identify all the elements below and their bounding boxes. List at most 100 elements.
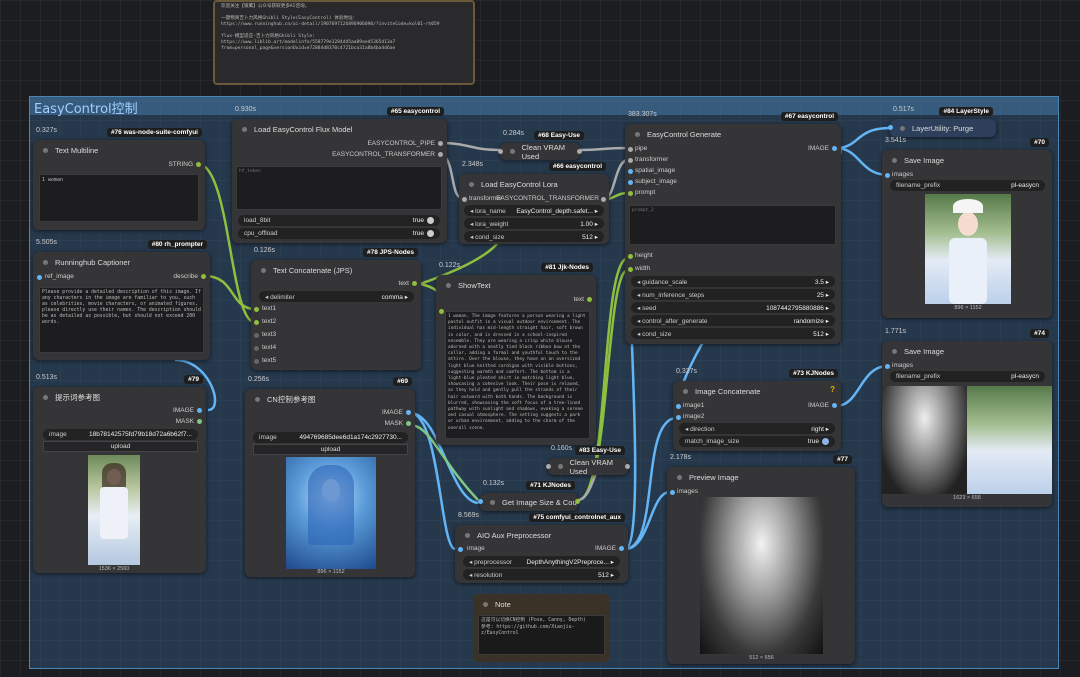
collapse-dot-icon[interactable]: [43, 259, 48, 265]
load-easycontrol-flux-node[interactable]: 0.930s #65 easycontrol Load EasyControl …: [232, 106, 447, 243]
output-socket[interactable]: [575, 499, 580, 504]
input-prompt-socket[interactable]: [628, 191, 633, 196]
collapse-dot-icon[interactable]: [510, 149, 515, 154]
input-socket[interactable]: [37, 275, 42, 280]
input-images-socket[interactable]: [670, 490, 675, 495]
input-subject-socket[interactable]: [628, 180, 633, 185]
get-image-size-node[interactable]: 0.132s #71 KJNodes Get Image Size & Cou: [478, 480, 580, 511]
collapse-dot-icon[interactable]: [446, 282, 451, 288]
inference-steps-stepper[interactable]: ◂ num_inference_steps 25 ▸: [631, 289, 835, 300]
cn-ref-image-node[interactable]: 0.256s #69 CN控制参考图 IMAGE MASK image 49476…: [245, 376, 415, 577]
preview-image-node[interactable]: 2.178s #77 Preview Image images 512 × 65…: [667, 454, 855, 664]
collapse-dot-icon[interactable]: [483, 601, 488, 607]
input-socket-text5[interactable]: [254, 359, 259, 364]
input-transformer-socket[interactable]: [628, 158, 633, 163]
collapse-dot-icon[interactable]: [255, 396, 260, 402]
direction-select[interactable]: ◂ direction right ▸: [679, 423, 835, 434]
input-width-socket[interactable]: [628, 267, 633, 272]
aio-aux-preprocessor-node[interactable]: 8.569s #75 comfyui_controlnet_aux AIO Au…: [455, 512, 628, 583]
image-concatenate-node[interactable]: 0.327s #73 KJNodes Image Concatenate ? i…: [673, 368, 841, 451]
lora-name-select[interactable]: ◂ lora_name EasyControl_depth.safet... ▸: [464, 205, 604, 216]
load-easycontrol-lora-node[interactable]: 2.348s #66 easycontrol Load EasyControl …: [459, 161, 609, 244]
hf-token-input[interactable]: hf_token: [236, 166, 442, 210]
output-socket[interactable]: [625, 464, 630, 469]
help-icon[interactable]: ?: [830, 385, 835, 394]
resolution-stepper[interactable]: ◂ resolution 512 ▸: [463, 569, 620, 580]
input-spatial-socket[interactable]: [628, 169, 633, 174]
collapse-dot-icon[interactable]: [558, 464, 563, 469]
collapse-dot-icon[interactable]: [677, 474, 682, 480]
guidance-scale-stepper[interactable]: ◂ guidance_scale 3.5 ▸: [631, 276, 835, 287]
output-text-socket[interactable]: [587, 297, 592, 302]
input-socket[interactable]: [888, 125, 893, 130]
preprocessor-select[interactable]: ◂ preprocessor DepthAnythingV2Preproce...…: [463, 556, 620, 567]
cond-size-stepper[interactable]: ◂ cond_size 512 ▸: [464, 231, 604, 242]
input-socket-text2[interactable]: [254, 320, 259, 325]
prompt-2-input[interactable]: prompt_2: [629, 205, 836, 245]
collapse-dot-icon[interactable]: [892, 157, 897, 163]
prompt-ref-image-node[interactable]: 0.513s #79 提示词参考图 IMAGE MASK image 18b781…: [33, 374, 206, 573]
input-socket[interactable]: [546, 464, 551, 469]
collapse-dot-icon[interactable]: [635, 131, 640, 137]
filename-prefix-field[interactable]: filename_prefix pl-easycn: [890, 371, 1045, 382]
collapse-dot-icon[interactable]: [469, 181, 474, 187]
caption-prompt-input[interactable]: Please provide a detailed description of…: [39, 287, 204, 353]
input-socket-text4[interactable]: [254, 346, 259, 351]
output-pipe-socket[interactable]: [438, 141, 443, 146]
output-transformer-socket[interactable]: [438, 152, 443, 157]
image-select-widget[interactable]: image 494769685dee6d1a174c2927730...: [253, 432, 408, 443]
input-image2-socket[interactable]: [676, 415, 681, 420]
top-info-note[interactable]: 欢迎关注【银鹰】公众号获取更多AI咨询。 一键畅爽吉卜力风格Ghibli Sty…: [213, 0, 475, 85]
note-text[interactable]: 这是可以切换CN控制 (Pose, Canny, Depth) 参考: http…: [478, 615, 605, 655]
upload-button[interactable]: upload: [43, 441, 198, 452]
save-image-node-2[interactable]: 1.771s #74 Save Image images filename_pr…: [882, 328, 1052, 507]
multiline-text-input[interactable]: 1 woman: [39, 174, 199, 222]
text-concatenate-node[interactable]: 0.126s #78 JPS-Nodes Text Concatenate (J…: [251, 247, 421, 370]
input-socket-text1[interactable]: [254, 307, 259, 312]
output-image-socket[interactable]: [832, 403, 837, 408]
delimiter-select[interactable]: ◂ delimiter comma ▸: [259, 291, 414, 302]
input-pipe-socket[interactable]: [628, 147, 633, 152]
output-mask-socket[interactable]: [406, 421, 411, 426]
output-socket[interactable]: [577, 149, 582, 154]
runninghub-captioner-node[interactable]: 5.505s #80 rh_prompter Runninghub Captio…: [33, 239, 210, 360]
note-node[interactable]: Note 这是可以切换CN控制 (Pose, Canny, Depth) 参考:…: [473, 594, 610, 662]
input-height-socket[interactable]: [628, 254, 633, 259]
save-image-node-1[interactable]: 3.541s #70 Save Image images filename_pr…: [882, 137, 1052, 318]
input-transformer-socket[interactable]: [462, 197, 467, 202]
collapse-dot-icon[interactable]: [892, 348, 897, 354]
image-select-widget[interactable]: image 18b78142575fd79b18d72a6b62f7...: [43, 429, 198, 440]
input-images-socket[interactable]: [885, 364, 890, 369]
input-socket[interactable]: [498, 149, 503, 154]
collapse-dot-icon[interactable]: [490, 499, 495, 505]
easycontrol-generate-node[interactable]: 383.307s #67 easycontrol EasyControl Gen…: [625, 111, 841, 344]
filename-prefix-field[interactable]: filename_prefix pl-easycn: [890, 180, 1045, 191]
output-socket[interactable]: [201, 274, 206, 279]
input-text-socket[interactable]: [439, 309, 444, 314]
upload-button[interactable]: upload: [253, 444, 408, 455]
load-8bit-toggle[interactable]: load_8bit true: [238, 215, 440, 226]
seed-stepper[interactable]: ◂ seed 1087442795880886 ▸: [631, 302, 835, 313]
output-image-socket[interactable]: [406, 410, 411, 415]
lora-weight-stepper[interactable]: ◂ lora_weight 1.00 ▸: [464, 218, 604, 229]
collapse-dot-icon[interactable]: [465, 532, 470, 538]
clean-vram-node-1[interactable]: 0.284s #68 Easy-Use Clean VRAM Used: [498, 130, 584, 161]
input-image-socket[interactable]: [458, 547, 463, 552]
collapse-dot-icon[interactable]: [43, 147, 48, 153]
cpu-offload-toggle[interactable]: cpu_offload true: [238, 228, 440, 239]
output-image-socket[interactable]: [197, 408, 202, 413]
cond-size-stepper[interactable]: ◂ cond_size 512 ▸: [631, 328, 835, 339]
showtext-node[interactable]: 0.122s #81 Jjk-Nodes ShowText text 1 wom…: [436, 262, 596, 445]
input-image1-socket[interactable]: [676, 404, 681, 409]
text-multiline-node[interactable]: 0.327s #76 was-node-suite-comfyui Text M…: [33, 127, 205, 230]
output-text-socket[interactable]: [412, 281, 417, 286]
collapse-dot-icon[interactable]: [242, 126, 247, 132]
input-images-socket[interactable]: [885, 173, 890, 178]
input-socket[interactable]: [478, 499, 483, 504]
output-image-socket[interactable]: [832, 146, 837, 151]
layerutility-purge-node[interactable]: 0.517s #84 LayerStyle LayerUtility: Purg…: [888, 106, 996, 137]
match-image-size-toggle[interactable]: match_image_size true: [679, 436, 835, 447]
control-after-generate-select[interactable]: ◂ control_after_generate randomize ▸: [631, 315, 835, 326]
collapse-dot-icon[interactable]: [43, 394, 48, 400]
output-image-socket[interactable]: [619, 546, 624, 551]
